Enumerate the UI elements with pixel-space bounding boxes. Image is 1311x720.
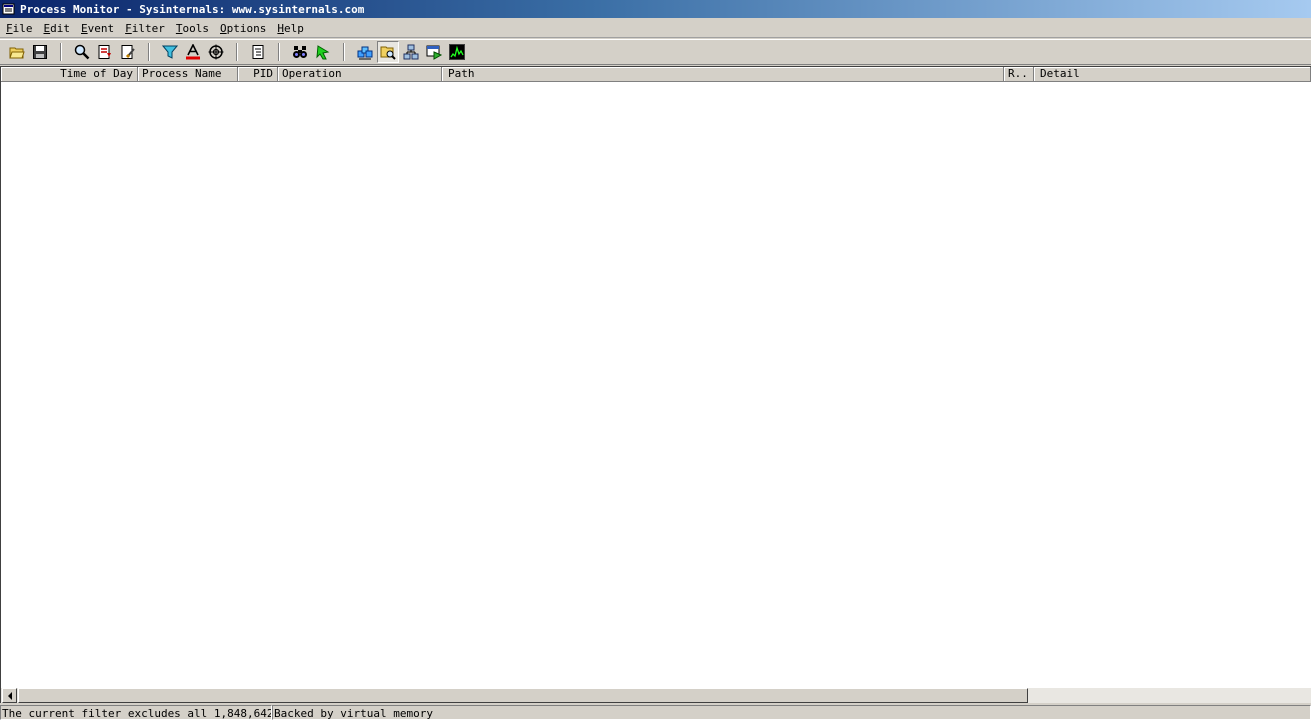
- filter-icon: [162, 45, 178, 59]
- autoscroll-button[interactable]: [94, 41, 116, 63]
- process-tree-icon: [252, 45, 264, 59]
- menu-options[interactable]: Options: [216, 22, 270, 35]
- clear-button[interactable]: [117, 41, 139, 63]
- profiling-events-button[interactable]: [446, 41, 468, 63]
- open-button[interactable]: [6, 41, 28, 63]
- toolbar-separator: [343, 43, 345, 61]
- open-icon: [9, 47, 25, 59]
- toolbar: [0, 39, 1311, 65]
- highlight-button[interactable]: [182, 41, 204, 63]
- toolbar-separator: [236, 43, 238, 61]
- scroll-left-button[interactable]: [2, 688, 17, 703]
- find-icon: [293, 46, 307, 58]
- save-icon: [33, 45, 47, 59]
- column-process-name[interactable]: Process Name: [138, 67, 238, 82]
- process-activity-button[interactable]: [423, 41, 445, 63]
- menu-event[interactable]: Event: [77, 22, 118, 35]
- registry-activity-button[interactable]: [354, 41, 376, 63]
- registry-activity-icon: [357, 46, 373, 60]
- include-process-icon: [208, 44, 224, 60]
- menu-filter[interactable]: Filter: [121, 22, 169, 35]
- autoscroll-icon: [98, 45, 111, 59]
- title-bar[interactable]: Process Monitor - Sysinternals: www.sysi…: [0, 0, 1311, 18]
- column-time-of-day[interactable]: Time of Day: [1, 67, 138, 82]
- find-button[interactable]: [289, 41, 311, 63]
- status-bar: The current filter excludes all 1,848,64…: [0, 705, 1311, 720]
- menu-tools[interactable]: Tools: [172, 22, 213, 35]
- jump-icon: [316, 45, 330, 60]
- column-operation[interactable]: Operation: [278, 67, 442, 82]
- network-activity-icon: [403, 44, 419, 60]
- capture-button[interactable]: [71, 41, 93, 63]
- file-activity-button[interactable]: [377, 41, 399, 63]
- column-header: Time of Day Process Name PID Operation P…: [1, 67, 1311, 82]
- profiling-icon: [449, 44, 465, 60]
- toolbar-separator: [278, 43, 280, 61]
- column-pid[interactable]: PID: [238, 67, 278, 82]
- toolbar-separator: [60, 43, 62, 61]
- menu-help[interactable]: Help: [273, 22, 308, 35]
- window-title: Process Monitor - Sysinternals: www.sysi…: [20, 2, 365, 16]
- scroll-thumb[interactable]: [18, 688, 1028, 703]
- arrow-left-icon: [7, 691, 12, 700]
- column-detail[interactable]: Detail: [1034, 67, 1311, 82]
- highlight-icon: [186, 44, 200, 60]
- save-button[interactable]: [29, 41, 51, 63]
- menu-bar: File Edit Event Filter Tools Options Hel…: [0, 19, 1311, 38]
- status-filter-message: The current filter excludes all 1,848,64…: [0, 705, 272, 720]
- menu-edit[interactable]: Edit: [40, 22, 75, 35]
- horizontal-scrollbar[interactable]: [0, 688, 1311, 703]
- event-list[interactable]: Time of Day Process Name PID Operation P…: [0, 66, 1311, 688]
- process-activity-icon: [426, 45, 442, 60]
- magnify-capture-icon: [74, 44, 90, 60]
- network-activity-button[interactable]: [400, 41, 422, 63]
- column-result[interactable]: R..: [1004, 67, 1034, 82]
- include-process-button[interactable]: [205, 41, 227, 63]
- jump-button[interactable]: [312, 41, 334, 63]
- process-tree-button[interactable]: [247, 41, 269, 63]
- process-monitor-app-icon: [2, 3, 16, 16]
- menu-file[interactable]: File: [2, 22, 37, 35]
- filter-button[interactable]: [159, 41, 181, 63]
- clear-icon: [121, 45, 135, 59]
- status-memory-backing: Backed by virtual memory: [272, 705, 1311, 720]
- file-activity-icon: [380, 46, 396, 60]
- column-path[interactable]: Path: [442, 67, 1004, 82]
- toolbar-separator: [148, 43, 150, 61]
